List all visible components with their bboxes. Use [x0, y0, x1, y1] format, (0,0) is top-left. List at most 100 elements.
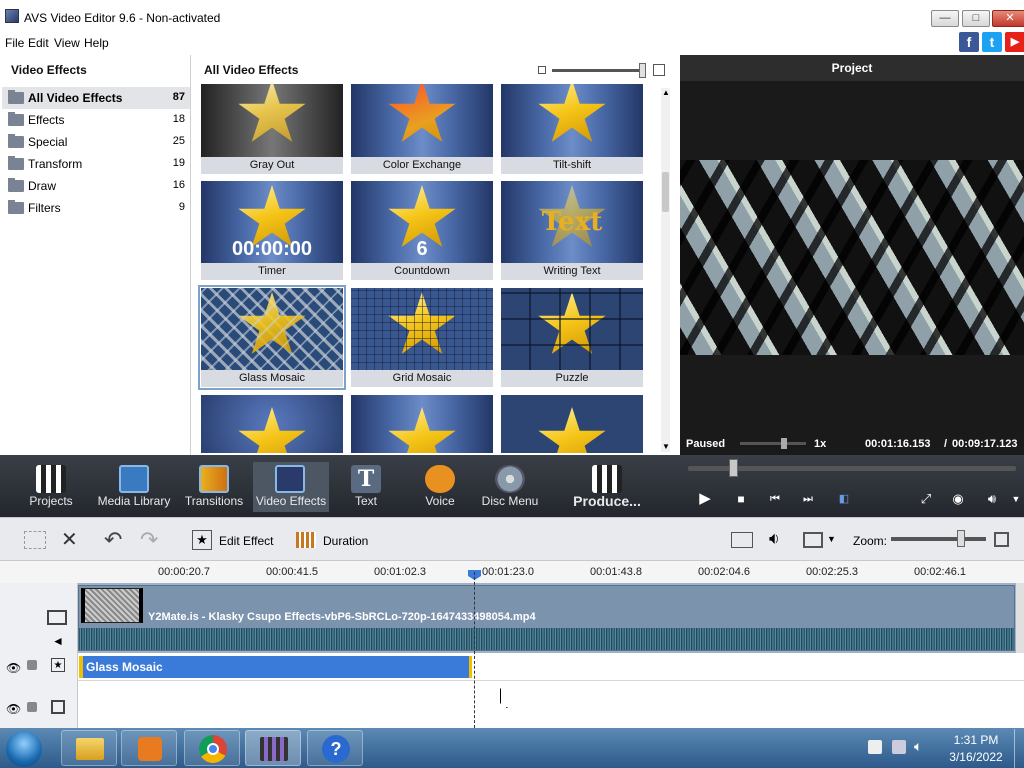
- fullscreen-icon[interactable]: ⤢: [916, 489, 936, 509]
- taskbar-avs-video-editor[interactable]: [245, 730, 301, 766]
- twitter-icon[interactable]: t: [982, 32, 1002, 52]
- taskbar-help[interactable]: ?: [307, 730, 363, 766]
- split-icon[interactable]: ◧: [834, 489, 854, 509]
- toolbar-media-library[interactable]: Media Library: [97, 462, 171, 512]
- lock-icon[interactable]: [27, 660, 37, 670]
- effect-track-icon: ★: [51, 658, 65, 672]
- category-effects[interactable]: Effects 18: [2, 109, 190, 131]
- delete-icon[interactable]: ✕: [61, 527, 78, 552]
- category-count: 19: [172, 157, 185, 169]
- effect-tile-glass-mosaic[interactable]: Glass Mosaic: [198, 285, 346, 390]
- category-filters[interactable]: Filters 9: [2, 197, 190, 219]
- effect-tile-puzzle[interactable]: Puzzle: [501, 288, 643, 387]
- category-all-video-effects[interactable]: All Video Effects 87: [2, 87, 190, 109]
- effect-tile-color-exchange[interactable]: Color Exchange: [351, 84, 493, 174]
- undo-icon[interactable]: ↶: [104, 527, 122, 553]
- disc-icon: [495, 465, 525, 493]
- maximize-button[interactable]: □: [962, 10, 990, 27]
- ruler-tick: 00:01:02.3: [374, 566, 426, 578]
- effect-tile-countdown[interactable]: 6 Countdown: [351, 181, 493, 280]
- youtube-icon[interactable]: ▶: [1005, 32, 1024, 52]
- taskbar-media-player[interactable]: [121, 730, 177, 766]
- facebook-icon[interactable]: f: [959, 32, 979, 52]
- speed-slider-handle[interactable]: [781, 438, 787, 449]
- menu-file[interactable]: File: [5, 36, 24, 50]
- play-icon[interactable]: ▶: [694, 489, 716, 509]
- eye-icon[interactable]: 👁︎: [6, 661, 21, 675]
- toolbar-disc-menu[interactable]: Disc Menu: [473, 462, 547, 512]
- display-dropdown-icon[interactable]: ▼: [827, 534, 836, 544]
- speaker-icon[interactable]: 🔈︎: [914, 738, 922, 755]
- audio-mute-icon[interactable]: ◄: [52, 634, 64, 648]
- effect-tile-writing-text[interactable]: Text Writing Text: [501, 181, 643, 280]
- effect-tile-tilt-shift[interactable]: Tilt-shift: [501, 84, 643, 174]
- duration-button[interactable]: Duration: [323, 534, 368, 548]
- chrome-icon: [199, 735, 227, 763]
- redo-icon[interactable]: ↷: [140, 527, 158, 553]
- fit-to-window-icon[interactable]: [994, 532, 1009, 547]
- edit-effect-button[interactable]: Edit Effect: [219, 534, 273, 548]
- category-draw[interactable]: Draw 16: [2, 175, 190, 197]
- minimize-button[interactable]: —: [931, 10, 959, 27]
- folder-icon: [8, 134, 24, 148]
- start-button-icon[interactable]: [6, 731, 42, 767]
- effect-tile-timer[interactable]: 00:00:00 Timer: [201, 181, 343, 280]
- toolbar-voice[interactable]: Voice: [403, 462, 477, 512]
- small-thumbnail-icon[interactable]: [538, 66, 546, 74]
- network-icon[interactable]: [892, 740, 906, 754]
- lock-icon[interactable]: [27, 702, 37, 712]
- duration-icon[interactable]: [296, 532, 316, 548]
- seek-handle[interactable]: [729, 459, 738, 477]
- edit-effect-icon[interactable]: ★: [192, 530, 212, 550]
- thumbnail-size-slider[interactable]: [552, 69, 646, 72]
- taskbar-chrome[interactable]: [184, 730, 240, 766]
- folder-icon: [8, 178, 24, 192]
- taskbar-explorer[interactable]: [61, 730, 117, 766]
- show-desktop-button[interactable]: [1014, 729, 1024, 768]
- volume-icon[interactable]: 🔊︎: [981, 489, 1003, 509]
- scroll-down-icon[interactable]: ▼: [662, 442, 670, 451]
- large-thumbnail-icon[interactable]: [653, 64, 665, 76]
- stop-icon[interactable]: ■: [731, 489, 751, 509]
- volume-dropdown-icon[interactable]: ▼: [1008, 489, 1024, 509]
- speed-slider[interactable]: [740, 442, 806, 445]
- gallery-scrollbar[interactable]: [661, 88, 670, 452]
- category-special[interactable]: Special 25: [2, 131, 190, 153]
- clock-date[interactable]: 3/16/2022: [945, 750, 1007, 764]
- next-frame-icon[interactable]: ⏭: [798, 489, 818, 509]
- category-transform[interactable]: Transform 19: [2, 153, 190, 175]
- toolbar-transitions[interactable]: Transitions: [177, 462, 251, 512]
- scroll-up-icon[interactable]: ▲: [662, 88, 670, 97]
- effect-tile[interactable]: [201, 395, 343, 453]
- effect-tile-gray-out[interactable]: Gray Out: [201, 84, 343, 174]
- toolbar-projects[interactable]: Projects: [14, 462, 88, 512]
- category-count: 9: [178, 201, 185, 213]
- toolbar-video-effects[interactable]: Video Effects: [253, 462, 329, 512]
- snapshot-icon[interactable]: ◉: [948, 489, 968, 509]
- effect-clip-name: Glass Mosaic: [86, 660, 163, 674]
- close-button[interactable]: ✕: [992, 10, 1024, 27]
- eye-icon[interactable]: 👁︎: [6, 702, 21, 716]
- produce-button[interactable]: Produce...: [567, 462, 647, 512]
- zoom-slider[interactable]: [891, 537, 986, 541]
- effect-tile[interactable]: [351, 395, 493, 453]
- toolbar-text[interactable]: T Text: [329, 462, 403, 512]
- storyboard-icon[interactable]: [24, 531, 46, 549]
- scrollbar-thumb[interactable]: [662, 172, 669, 212]
- display-icon[interactable]: [803, 532, 823, 548]
- star-icon: [238, 407, 306, 453]
- timeline-scrollbar[interactable]: [1016, 583, 1024, 653]
- previous-frame-icon[interactable]: ⏮: [765, 489, 785, 509]
- text-overlay: Text: [541, 207, 603, 237]
- effect-tile-grid-mosaic[interactable]: Grid Mosaic: [351, 288, 493, 387]
- menu-help[interactable]: Help: [84, 36, 109, 50]
- audio-mixer-icon[interactable]: 🔉︎: [769, 529, 780, 549]
- clock-time[interactable]: 1:31 PM: [952, 733, 1000, 747]
- slider-handle[interactable]: [639, 63, 646, 78]
- action-center-icon[interactable]: [868, 740, 882, 754]
- split-track-icon[interactable]: [731, 532, 753, 548]
- menu-view[interactable]: View: [54, 36, 80, 50]
- menu-edit[interactable]: Edit: [28, 36, 49, 50]
- effect-tile[interactable]: [501, 395, 643, 453]
- zoom-handle[interactable]: [957, 530, 965, 547]
